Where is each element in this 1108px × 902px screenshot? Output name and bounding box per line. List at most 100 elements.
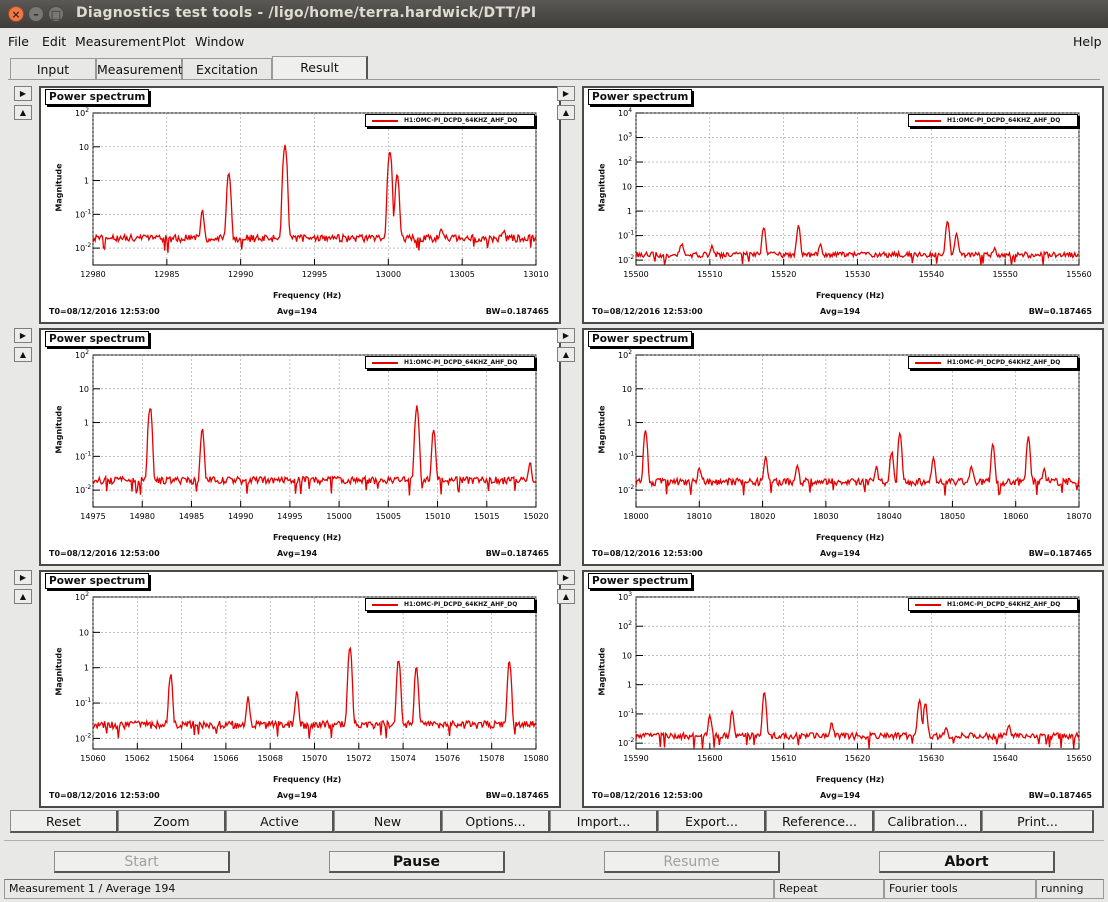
tab-input[interactable]: Input <box>10 58 96 79</box>
x-tick-label: 15600 <box>697 754 722 763</box>
options-button[interactable]: Options... <box>442 810 550 833</box>
plot-expand-arrow-icon[interactable]: ▶ <box>14 86 32 101</box>
menu-edit[interactable]: Edit <box>42 34 66 49</box>
y-tick-label: 102 <box>75 591 89 602</box>
plot-canvas[interactable]: 12980 12985 12990 12995 13000 13005 13010 10-2 1… <box>39 86 561 324</box>
menu-plot[interactable]: Plot <box>162 34 186 49</box>
plot-expand-arrow-icon[interactable]: ▶ <box>14 570 32 585</box>
x-tick-label: 14990 <box>228 512 253 521</box>
plot-title: Power spectrum <box>45 331 150 347</box>
plot-legend: H1:OMC-PI_DCPD_64KHZ_AHF_DQ <box>365 598 535 611</box>
x-tick-label: 14980 <box>129 512 154 521</box>
plot-canvas[interactable]: 18000 18010 18020 18030 18040 18050 18060 18070… <box>582 328 1104 566</box>
plot-t0-label: T0=08/12/2016 12:53:00 <box>592 549 703 558</box>
plot-expand-arrow-icon[interactable]: ▶ <box>557 86 575 101</box>
plot-collapse-arrow-icon[interactable]: ▲ <box>14 105 32 120</box>
x-tick-label: 15080 <box>523 754 548 763</box>
plot-collapse-arrow-icon[interactable]: ▲ <box>557 347 575 362</box>
active-button[interactable]: Active <box>226 810 334 833</box>
status-measurement: Measurement 1 / Average 194 <box>4 879 774 899</box>
tab-measurement[interactable]: Measurement <box>96 58 183 79</box>
plot-canvas[interactable]: 15500 15510 15520 15530 15540 15550 15560 10-2 1… <box>582 86 1104 324</box>
tab-result[interactable]: Result <box>272 56 368 79</box>
menu-file[interactable]: File <box>8 34 29 49</box>
x-tick-label: 15620 <box>845 754 870 763</box>
x-tick-label: 12990 <box>228 270 253 279</box>
print-button[interactable]: Print... <box>982 810 1094 833</box>
plot-collapse-arrow-icon[interactable]: ▲ <box>14 589 32 604</box>
y-axis-label: Magnitude <box>597 647 607 696</box>
plot-t0-label: T0=08/12/2016 12:53:00 <box>49 791 160 800</box>
reset-button[interactable]: Reset <box>10 810 118 833</box>
resume-button[interactable]: Resume <box>604 851 780 873</box>
x-tick-label: 15010 <box>425 512 450 521</box>
plot-legend: H1:OMC-PI_DCPD_64KHZ_AHF_DQ <box>908 356 1078 369</box>
x-tick-label: 18000 <box>623 512 648 521</box>
plot-collapse-arrow-icon[interactable]: ▲ <box>557 589 575 604</box>
x-tick-label: 18030 <box>813 512 838 521</box>
plot-panel-5: ▶ ▲ 15060 15062 15064 15066 15068 15070 15072 150… <box>14 570 562 810</box>
x-tick-label: 15630 <box>919 754 944 763</box>
pause-button[interactable]: Pause <box>329 851 505 873</box>
x-tick-label: 14985 <box>179 512 204 521</box>
start-button[interactable]: Start <box>54 851 230 873</box>
legend-line-swatch <box>372 120 398 122</box>
x-axis-label: Frequency (Hz) <box>273 775 342 784</box>
window-close-icon[interactable]: × <box>8 6 24 22</box>
plot-canvas[interactable]: 15060 15062 15064 15066 15068 15070 15072 15074… <box>39 570 561 808</box>
new-button[interactable]: New <box>334 810 442 833</box>
x-tick-label: 18040 <box>876 512 901 521</box>
x-tick-label: 12980 <box>80 270 105 279</box>
plot-panel-2: ▶ ▲ 15500 15510 15520 15530 15540 15550 15560 10-… <box>557 86 1105 326</box>
menu-measurement[interactable]: Measurement <box>75 34 161 49</box>
x-tick-label: 15520 <box>771 270 796 279</box>
x-tick-label: 13010 <box>523 270 548 279</box>
status-state: running <box>1036 879 1104 899</box>
export-button[interactable]: Export... <box>658 810 766 833</box>
zoom-button[interactable]: Zoom <box>118 810 226 833</box>
plot-collapse-arrow-icon[interactable]: ▲ <box>557 105 575 120</box>
plot-expand-arrow-icon[interactable]: ▶ <box>557 328 575 343</box>
x-tick-label: 14995 <box>277 512 302 521</box>
y-tick-label: 102 <box>75 349 89 360</box>
y-axis-label: Magnitude <box>597 163 607 212</box>
x-tick-label: 15005 <box>376 512 401 521</box>
abort-button[interactable]: Abort <box>879 851 1055 873</box>
legend-line-swatch <box>372 362 398 364</box>
plot-canvas[interactable]: 14975 14980 14985 14990 14995 15000 15005 15010… <box>39 328 561 566</box>
x-tick-label: 15064 <box>169 754 194 763</box>
plot-legend: H1:OMC-PI_DCPD_64KHZ_AHF_DQ <box>365 356 535 369</box>
axes-frame <box>635 354 1080 508</box>
y-tick-label: 1 <box>84 177 89 186</box>
y-axis-label: Magnitude <box>54 647 64 696</box>
plot-collapse-arrow-icon[interactable]: ▲ <box>14 347 32 362</box>
plot-expand-arrow-icon[interactable]: ▶ <box>14 328 32 343</box>
window-maximize-icon[interactable]: □ <box>48 6 64 22</box>
plot-bandwidth-label: BW=0.187465 <box>485 307 549 316</box>
window-minimize-icon[interactable]: – <box>28 6 44 22</box>
legend-label: H1:OMC-PI_DCPD_64KHZ_AHF_DQ <box>947 117 1061 124</box>
plot-expand-arrow-icon[interactable]: ▶ <box>557 570 575 585</box>
x-tick-label: 15060 <box>80 754 105 763</box>
reference-button[interactable]: Reference... <box>766 810 874 833</box>
x-axis-label: Frequency (Hz) <box>816 775 885 784</box>
plot-average-label: Avg=194 <box>277 307 318 316</box>
plot-canvas[interactable]: 15590 15600 15610 15620 15630 15640 15650 10-2 1… <box>582 570 1104 808</box>
y-axis-label: Magnitude <box>597 405 607 454</box>
calibration-button[interactable]: Calibration... <box>874 810 982 833</box>
x-tick-label: 15510 <box>697 270 722 279</box>
plot-panel-6: ▶ ▲ 15590 15600 15610 15620 15630 15640 15650 10-… <box>557 570 1105 810</box>
y-tick-label: 10 <box>622 651 632 660</box>
x-tick-label: 12995 <box>302 270 327 279</box>
x-axis-label: Frequency (Hz) <box>816 533 885 542</box>
legend-label: H1:OMC-PI_DCPD_64KHZ_AHF_DQ <box>947 601 1061 608</box>
menu-help[interactable]: Help <box>1073 34 1102 49</box>
tab-excitation[interactable]: Excitation <box>182 58 272 79</box>
x-tick-label: 15610 <box>771 754 796 763</box>
import-button[interactable]: Import... <box>550 810 658 833</box>
y-tick-label: 10-1 <box>618 708 634 719</box>
axes-frame <box>92 354 537 508</box>
plot-average-label: Avg=194 <box>277 549 318 558</box>
menu-window[interactable]: Window <box>195 34 244 49</box>
legend-line-swatch <box>915 604 941 606</box>
